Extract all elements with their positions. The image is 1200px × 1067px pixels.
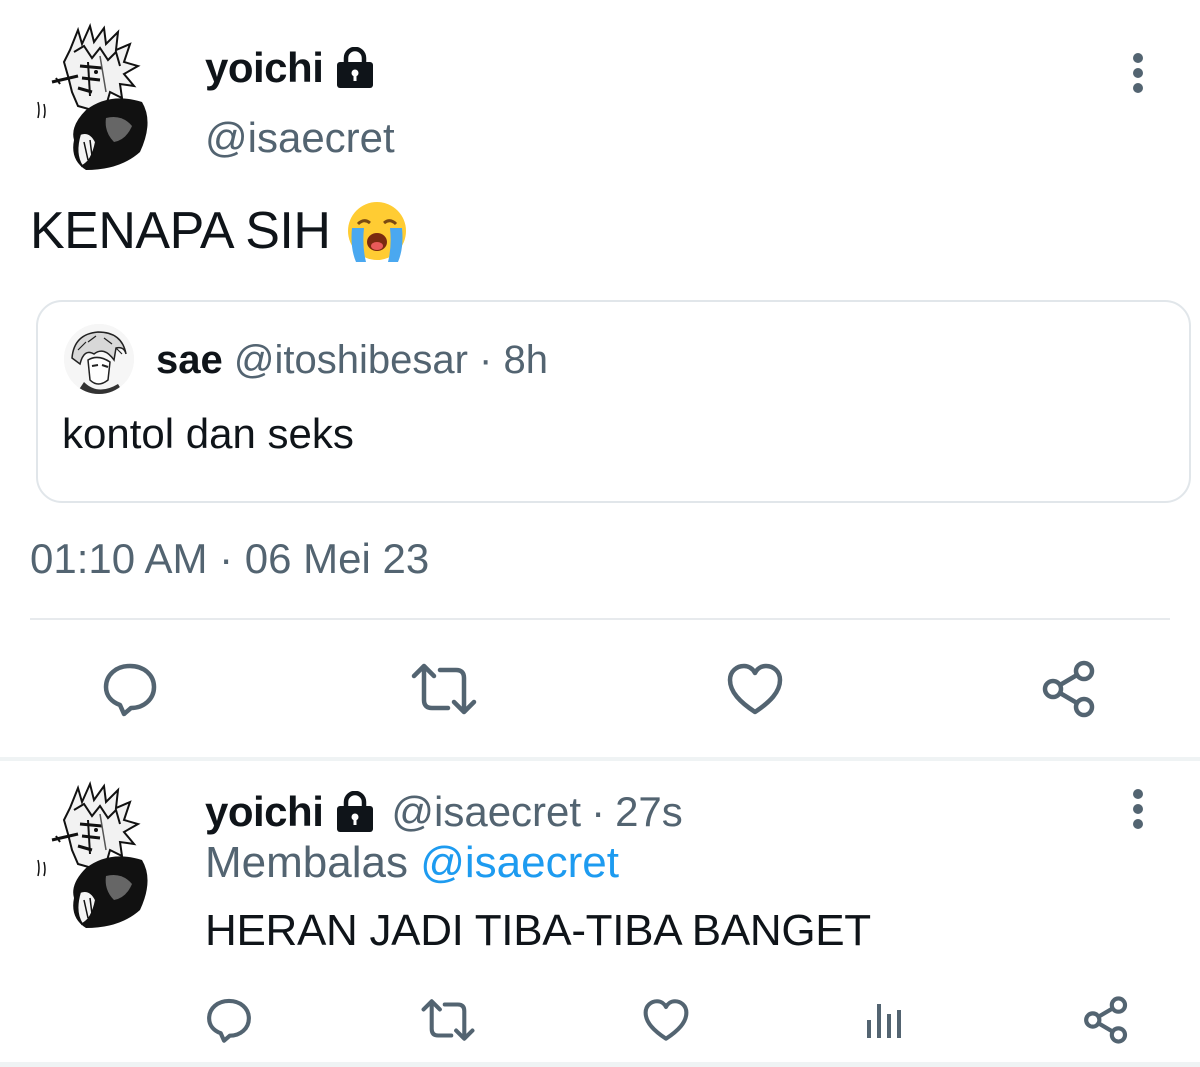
share-button[interactable] (1082, 996, 1130, 1044)
like-button[interactable] (642, 998, 690, 1042)
quoted-header: sae @itoshibesar · 8h (156, 338, 548, 383)
reply-icon (207, 998, 251, 1043)
quoted-separator: · (479, 338, 493, 382)
reply-button[interactable] (100, 660, 160, 718)
quoted-display-name[interactable]: sae (156, 338, 223, 382)
handle[interactable]: @isaecret (205, 114, 395, 162)
bottom-separator (0, 1062, 1200, 1067)
reply-display-name[interactable]: yoichi (205, 788, 324, 836)
replying-to: Membalas @isaecret (205, 838, 619, 888)
share-icon (1084, 996, 1128, 1044)
retweet-icon (411, 663, 477, 715)
views-chart-icon (867, 1004, 901, 1038)
retweet-button[interactable] (420, 998, 476, 1042)
reply-name-row: yoichi @isaecret · 27s (205, 788, 683, 836)
views-button[interactable] (862, 1000, 906, 1040)
share-button[interactable] (1040, 660, 1098, 718)
reply-text: HERAN JADI TIBA-TIBA BANGET (205, 906, 871, 955)
tweet-text-content: KENAPA SIH (30, 202, 331, 260)
retweet-button[interactable] (410, 662, 478, 716)
tweet-text: KENAPA SIH (30, 198, 410, 264)
retweet-icon (421, 999, 475, 1041)
quoted-avatar[interactable] (64, 324, 134, 394)
author-name-row: yoichi (205, 44, 377, 92)
display-name[interactable]: yoichi (205, 44, 324, 92)
more-vertical-icon[interactable] (1128, 52, 1148, 96)
like-button[interactable] (726, 662, 784, 716)
replying-mention[interactable]: @isaecret (420, 838, 619, 887)
quoted-tweet[interactable]: sae @itoshibesar · 8h kontol dan seks (36, 300, 1191, 503)
reply-handle[interactable]: @isaecret (391, 788, 581, 836)
replying-prefix: Membalas (205, 838, 408, 887)
reply-avatar[interactable] (30, 780, 150, 930)
loudly-crying-face-icon (344, 198, 410, 264)
heart-icon (643, 999, 689, 1041)
lock-icon (333, 46, 377, 89)
reply-separator: · (591, 788, 606, 835)
quoted-handle[interactable]: @itoshibesar (234, 338, 468, 382)
reply-icon (103, 663, 157, 717)
main-tweet: yoichi @isaecret KENAPA SIH sae @itoshib… (0, 0, 1200, 760)
reply-age: 27s (615, 788, 683, 835)
timestamp[interactable]: 01:10 AM · 06 Mei 23 (30, 535, 429, 583)
handle-row: @isaecret (205, 114, 395, 162)
reply-button[interactable] (204, 996, 254, 1044)
quoted-text: kontol dan seks (62, 410, 354, 457)
share-icon (1042, 660, 1095, 718)
more-vertical-icon[interactable] (1128, 788, 1148, 832)
avatar[interactable] (30, 22, 150, 172)
quoted-age: 8h (503, 338, 549, 382)
section-separator (0, 757, 1200, 761)
lock-icon (333, 790, 377, 833)
heart-icon (727, 663, 783, 715)
divider (30, 618, 1170, 620)
